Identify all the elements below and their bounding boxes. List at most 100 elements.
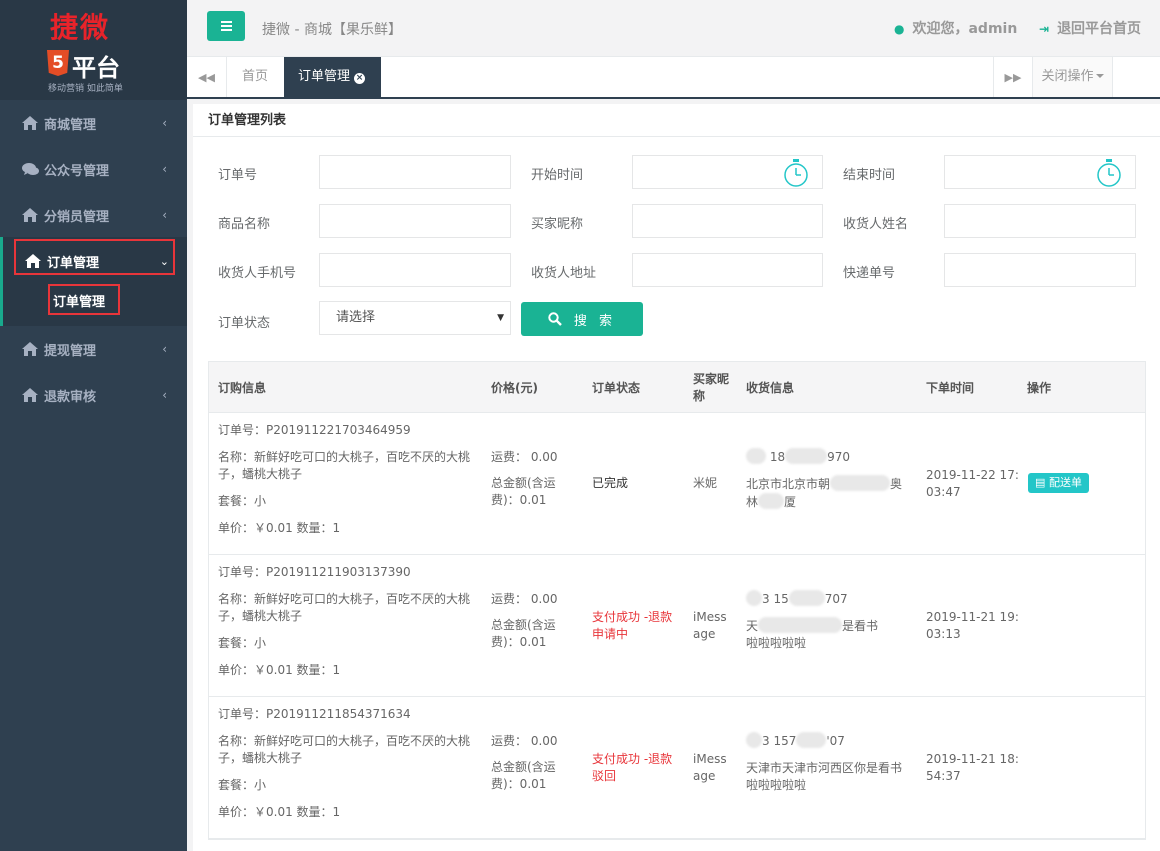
- table-row: 订单号：P201911221703464959 名称：新鲜好吃可口的大桃子，百吃…: [209, 413, 1145, 555]
- product-name-line2: 子，蟠桃大桃子: [218, 609, 303, 623]
- redacted-blur: [788, 590, 825, 606]
- tab-label: 订单管理: [298, 69, 351, 84]
- receiver-name-label: 收货人姓名: [843, 217, 909, 232]
- search-button[interactable]: 搜 索: [521, 302, 643, 336]
- end-time-label: 结束时间: [843, 168, 896, 183]
- chevron-left-icon: ‹: [162, 388, 167, 402]
- address-part: 是看书: [842, 619, 879, 633]
- buyer-nick-line1: iMess: [693, 752, 727, 766]
- phone-part: 707: [824, 592, 848, 606]
- receive-info: 3 157 '07 天津市天津市河西区你是看书 啦啦啦啦啦: [746, 732, 916, 794]
- sidebar-item-label: 退款审核: [44, 389, 97, 405]
- sidebar-item-mall[interactable]: 商城管理 ‹: [0, 100, 187, 146]
- receiver-phone-input[interactable]: [319, 253, 511, 287]
- product-name: 名称：新鲜好吃可口的大桃子，百吃不厌的大桃 子，蟠桃大桃子: [218, 449, 478, 483]
- col-order-info: 订购信息: [218, 381, 267, 395]
- tab-orders[interactable]: 订单管理 ×: [284, 57, 381, 97]
- phone-part: '07: [826, 734, 845, 748]
- order-no: 订单号：P201911221703464959: [218, 423, 411, 437]
- receiver-phone-label: 收货人手机号: [218, 266, 297, 281]
- receiver-name-input[interactable]: [944, 204, 1136, 238]
- page-title: 捷微 - 商城【果乐鲜】: [262, 22, 402, 38]
- tab-scroll-left-button[interactable]: ◀◀: [187, 57, 227, 97]
- redacted-blur: [746, 590, 762, 606]
- sidebar-item-wechat[interactable]: 公众号管理 ‹: [0, 146, 187, 192]
- total-line2: 费)：0.01: [491, 493, 547, 507]
- express-no-input[interactable]: [944, 253, 1136, 287]
- receiver-addr-input[interactable]: [632, 253, 823, 287]
- order-time: 2019-11-21 19: 03:13: [926, 609, 1019, 643]
- close-icon[interactable]: ×: [354, 73, 366, 84]
- col-ops: 操作: [1027, 381, 1052, 395]
- start-time-input[interactable]: [632, 155, 823, 189]
- order-status-line2: 驳回: [592, 769, 617, 783]
- chevron-left-icon: ‹: [162, 208, 167, 222]
- redacted-blur: [746, 732, 762, 748]
- phone-part: 18: [769, 450, 786, 464]
- table-row: 订单号：P201911211903137390 名称：新鲜好吃可口的大桃子，百吃…: [209, 555, 1145, 697]
- product-name-line1: 名称：新鲜好吃可口的大桃子，百吃不厌的大桃: [218, 592, 471, 606]
- product-name: 名称：新鲜好吃可口的大桃子，百吃不厌的大桃 子，蟠桃大桃子: [218, 733, 478, 767]
- chevron-left-icon: ‹: [162, 342, 167, 356]
- unit-price: 单价：￥0.01 数量：1: [218, 663, 341, 677]
- buyer-nick-line1: iMess: [693, 610, 727, 624]
- status-label: 订单状态: [218, 316, 271, 331]
- status-select[interactable]: 请选择 ▼: [319, 301, 511, 335]
- total: 总金额(含运 费)：0.01: [491, 475, 556, 509]
- col-order-time: 下单时间: [926, 381, 975, 395]
- top-bar: 捷微 - 商城【果乐鲜】 ● 欢迎您，admin ⇥ 退回平台首页: [187, 0, 1160, 57]
- order-status: 已完成: [592, 475, 628, 492]
- home-icon: [22, 342, 38, 356]
- product-name-line1: 名称：新鲜好吃可口的大桃子，百吃不厌的大桃: [218, 450, 471, 464]
- panel-title: 订单管理列表: [193, 104, 1160, 137]
- tab-home[interactable]: 首页: [228, 57, 282, 97]
- col-price: 价格(元): [491, 381, 538, 395]
- delivery-note-button[interactable]: ▤ 配送单: [1028, 473, 1089, 493]
- logo: 捷微 5 平台 移动营销 如此简单: [0, 0, 187, 100]
- order-time: 2019-11-21 18: 54:37: [926, 751, 1019, 785]
- sidebar-item-label: 公众号管理: [44, 163, 110, 179]
- back-to-platform-link[interactable]: ⇥ 退回平台首页: [1039, 18, 1141, 38]
- order-no: 订单号：P201911211854371634: [218, 707, 411, 721]
- home-icon: [22, 208, 38, 222]
- buyer-nick-input[interactable]: [632, 204, 823, 238]
- sidebar-item-withdraw[interactable]: 提现管理 ‹: [0, 326, 187, 372]
- unit-price: 单价：￥0.01 数量：1: [218, 805, 341, 819]
- order-status-line1: 支付成功 -退款: [592, 752, 673, 766]
- address-part: 林: [746, 495, 759, 509]
- end-time-input[interactable]: [944, 155, 1136, 189]
- close-ops-label: 关闭操作: [1041, 69, 1094, 84]
- tab-scroll-right-button[interactable]: ▶▶: [993, 57, 1033, 97]
- address-part: 奥: [890, 477, 903, 491]
- status-select-value: 请选择: [336, 310, 376, 325]
- col-buyer-nick-line2: 称: [693, 389, 706, 403]
- redacted-blur: [758, 493, 785, 509]
- file-text-icon: ▤: [1035, 476, 1046, 489]
- total-line1: 总金额(含运: [491, 476, 556, 490]
- buyer-nick: 米妮: [693, 475, 717, 492]
- orders-table: 订购信息 价格(元) 订单状态 买家昵 称 收货信息 下单时间 操作 订单号：P…: [208, 361, 1146, 840]
- product-name-input[interactable]: [319, 204, 511, 238]
- sidebar-item-distributor[interactable]: 分销员管理 ‹: [0, 192, 187, 238]
- package: 套餐：小: [218, 778, 267, 792]
- buyer-nick-line2: age: [693, 769, 716, 783]
- order-time-line2: 03:47: [926, 485, 961, 499]
- menu-toggle-button[interactable]: [207, 11, 245, 41]
- order-status: 支付成功 -退款 驳回: [592, 751, 672, 785]
- unit-price: 单价：￥0.01 数量：1: [218, 521, 341, 535]
- sidebar-item-refund[interactable]: 退款审核 ‹: [0, 372, 187, 418]
- table-header: 订购信息 价格(元) 订单状态 买家昵 称 收货信息 下单时间 操作: [209, 362, 1145, 413]
- sidebar-item-label: 提现管理: [44, 343, 97, 359]
- buyer-nick-label: 买家昵称: [531, 217, 584, 232]
- redacted-blur: [830, 475, 891, 491]
- phone-part: 3 15: [762, 592, 789, 606]
- highlight-box: [14, 239, 175, 275]
- receive-info: 18 970 北京市北京市朝 奥 林 厦: [746, 448, 906, 511]
- order-no-input[interactable]: [319, 155, 511, 189]
- total-line2: 费)：0.01: [491, 777, 547, 791]
- caret-down-icon: [1095, 74, 1104, 78]
- product-name-line2: 子，蟠桃大桃子: [218, 467, 303, 481]
- close-operations-dropdown[interactable]: 关闭操作: [1033, 57, 1113, 97]
- redacted-blur: [746, 448, 766, 464]
- col-buyer-nick: 买家昵 称: [693, 371, 729, 405]
